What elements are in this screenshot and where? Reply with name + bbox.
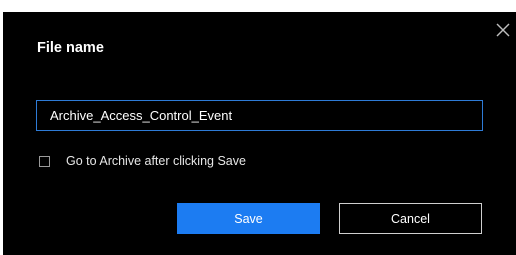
close-button[interactable] [493,20,513,40]
go-to-archive-label: Go to Archive after clicking Save [66,154,246,168]
close-icon [496,23,510,37]
save-button[interactable]: Save [177,203,320,234]
go-to-archive-checkbox[interactable] [39,155,50,167]
filename-input[interactable] [36,100,483,131]
cancel-button[interactable]: Cancel [339,203,482,234]
dialog-title: File name [37,40,104,56]
save-file-dialog: File name Go to Archive after clicking S… [3,12,516,255]
go-to-archive-checkbox-row[interactable]: Go to Archive after clicking Save [38,153,246,169]
